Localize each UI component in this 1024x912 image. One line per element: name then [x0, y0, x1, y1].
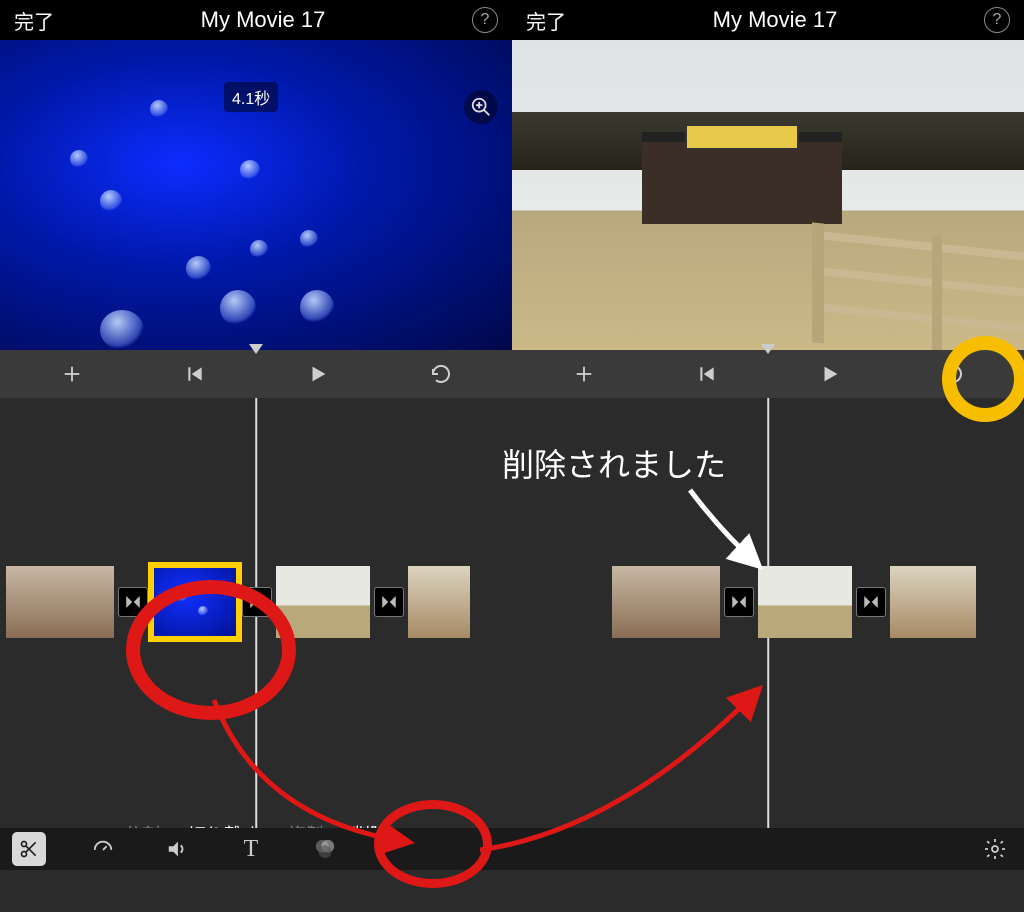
- timeline-clip[interactable]: [408, 566, 470, 638]
- transport-bar: [0, 350, 512, 398]
- transition-icon[interactable]: [118, 587, 148, 617]
- transition-icon[interactable]: [856, 587, 886, 617]
- help-icon[interactable]: ?: [472, 7, 498, 33]
- done-button[interactable]: 完了: [526, 6, 566, 35]
- help-icon[interactable]: ?: [984, 7, 1010, 33]
- zoom-icon[interactable]: [464, 90, 498, 124]
- undo-icon[interactable]: [421, 354, 461, 394]
- play-icon[interactable]: [298, 354, 338, 394]
- playhead-marker-icon: [761, 344, 775, 354]
- topbar: 完了 My Movie 17 ?: [0, 0, 512, 40]
- skip-start-icon[interactable]: [175, 354, 215, 394]
- speed-icon[interactable]: [86, 832, 120, 866]
- timeline[interactable]: [512, 398, 1024, 870]
- transition-icon[interactable]: [724, 587, 754, 617]
- playhead-marker-icon: [249, 344, 263, 354]
- volume-icon[interactable]: [160, 832, 194, 866]
- project-title: My Movie 17: [54, 7, 472, 33]
- filters-icon[interactable]: [308, 832, 342, 866]
- project-title: My Movie 17: [566, 7, 984, 33]
- clips-row: [0, 566, 512, 638]
- panel-after: 完了 My Movie 17 ?: [512, 0, 1024, 912]
- timeline-clip[interactable]: [276, 566, 370, 638]
- edit-toolbar: [512, 828, 1024, 870]
- play-icon[interactable]: [810, 354, 850, 394]
- timeline-clip[interactable]: [6, 566, 114, 638]
- transition-icon[interactable]: [242, 587, 272, 617]
- add-media-icon[interactable]: [52, 354, 92, 394]
- skip-start-icon[interactable]: [687, 354, 727, 394]
- timeline-clip[interactable]: [758, 566, 852, 638]
- done-button[interactable]: 完了: [14, 6, 54, 35]
- undo-icon[interactable]: [933, 354, 973, 394]
- preview-viewport[interactable]: [512, 40, 1024, 350]
- preview-viewport[interactable]: 4.1秒: [0, 40, 512, 350]
- scissors-icon[interactable]: [12, 832, 46, 866]
- settings-gear-icon[interactable]: [978, 832, 1012, 866]
- timeline[interactable]: 分割 切り離す 複製 削除 T: [0, 398, 512, 870]
- clip-duration-badge: 4.1秒: [224, 82, 278, 112]
- timeline-clip-selected[interactable]: [152, 566, 238, 638]
- edit-toolbar: T: [0, 828, 512, 870]
- clips-row: [512, 566, 1024, 638]
- timeline-clip[interactable]: [612, 566, 720, 638]
- timeline-clip[interactable]: [890, 566, 976, 638]
- panel-before: 完了 My Movie 17 ? 4.1秒: [0, 0, 512, 912]
- transport-bar: [512, 350, 1024, 398]
- transition-icon[interactable]: [374, 587, 404, 617]
- topbar: 完了 My Movie 17 ?: [512, 0, 1024, 40]
- add-media-icon[interactable]: [564, 354, 604, 394]
- titles-icon[interactable]: T: [234, 832, 268, 866]
